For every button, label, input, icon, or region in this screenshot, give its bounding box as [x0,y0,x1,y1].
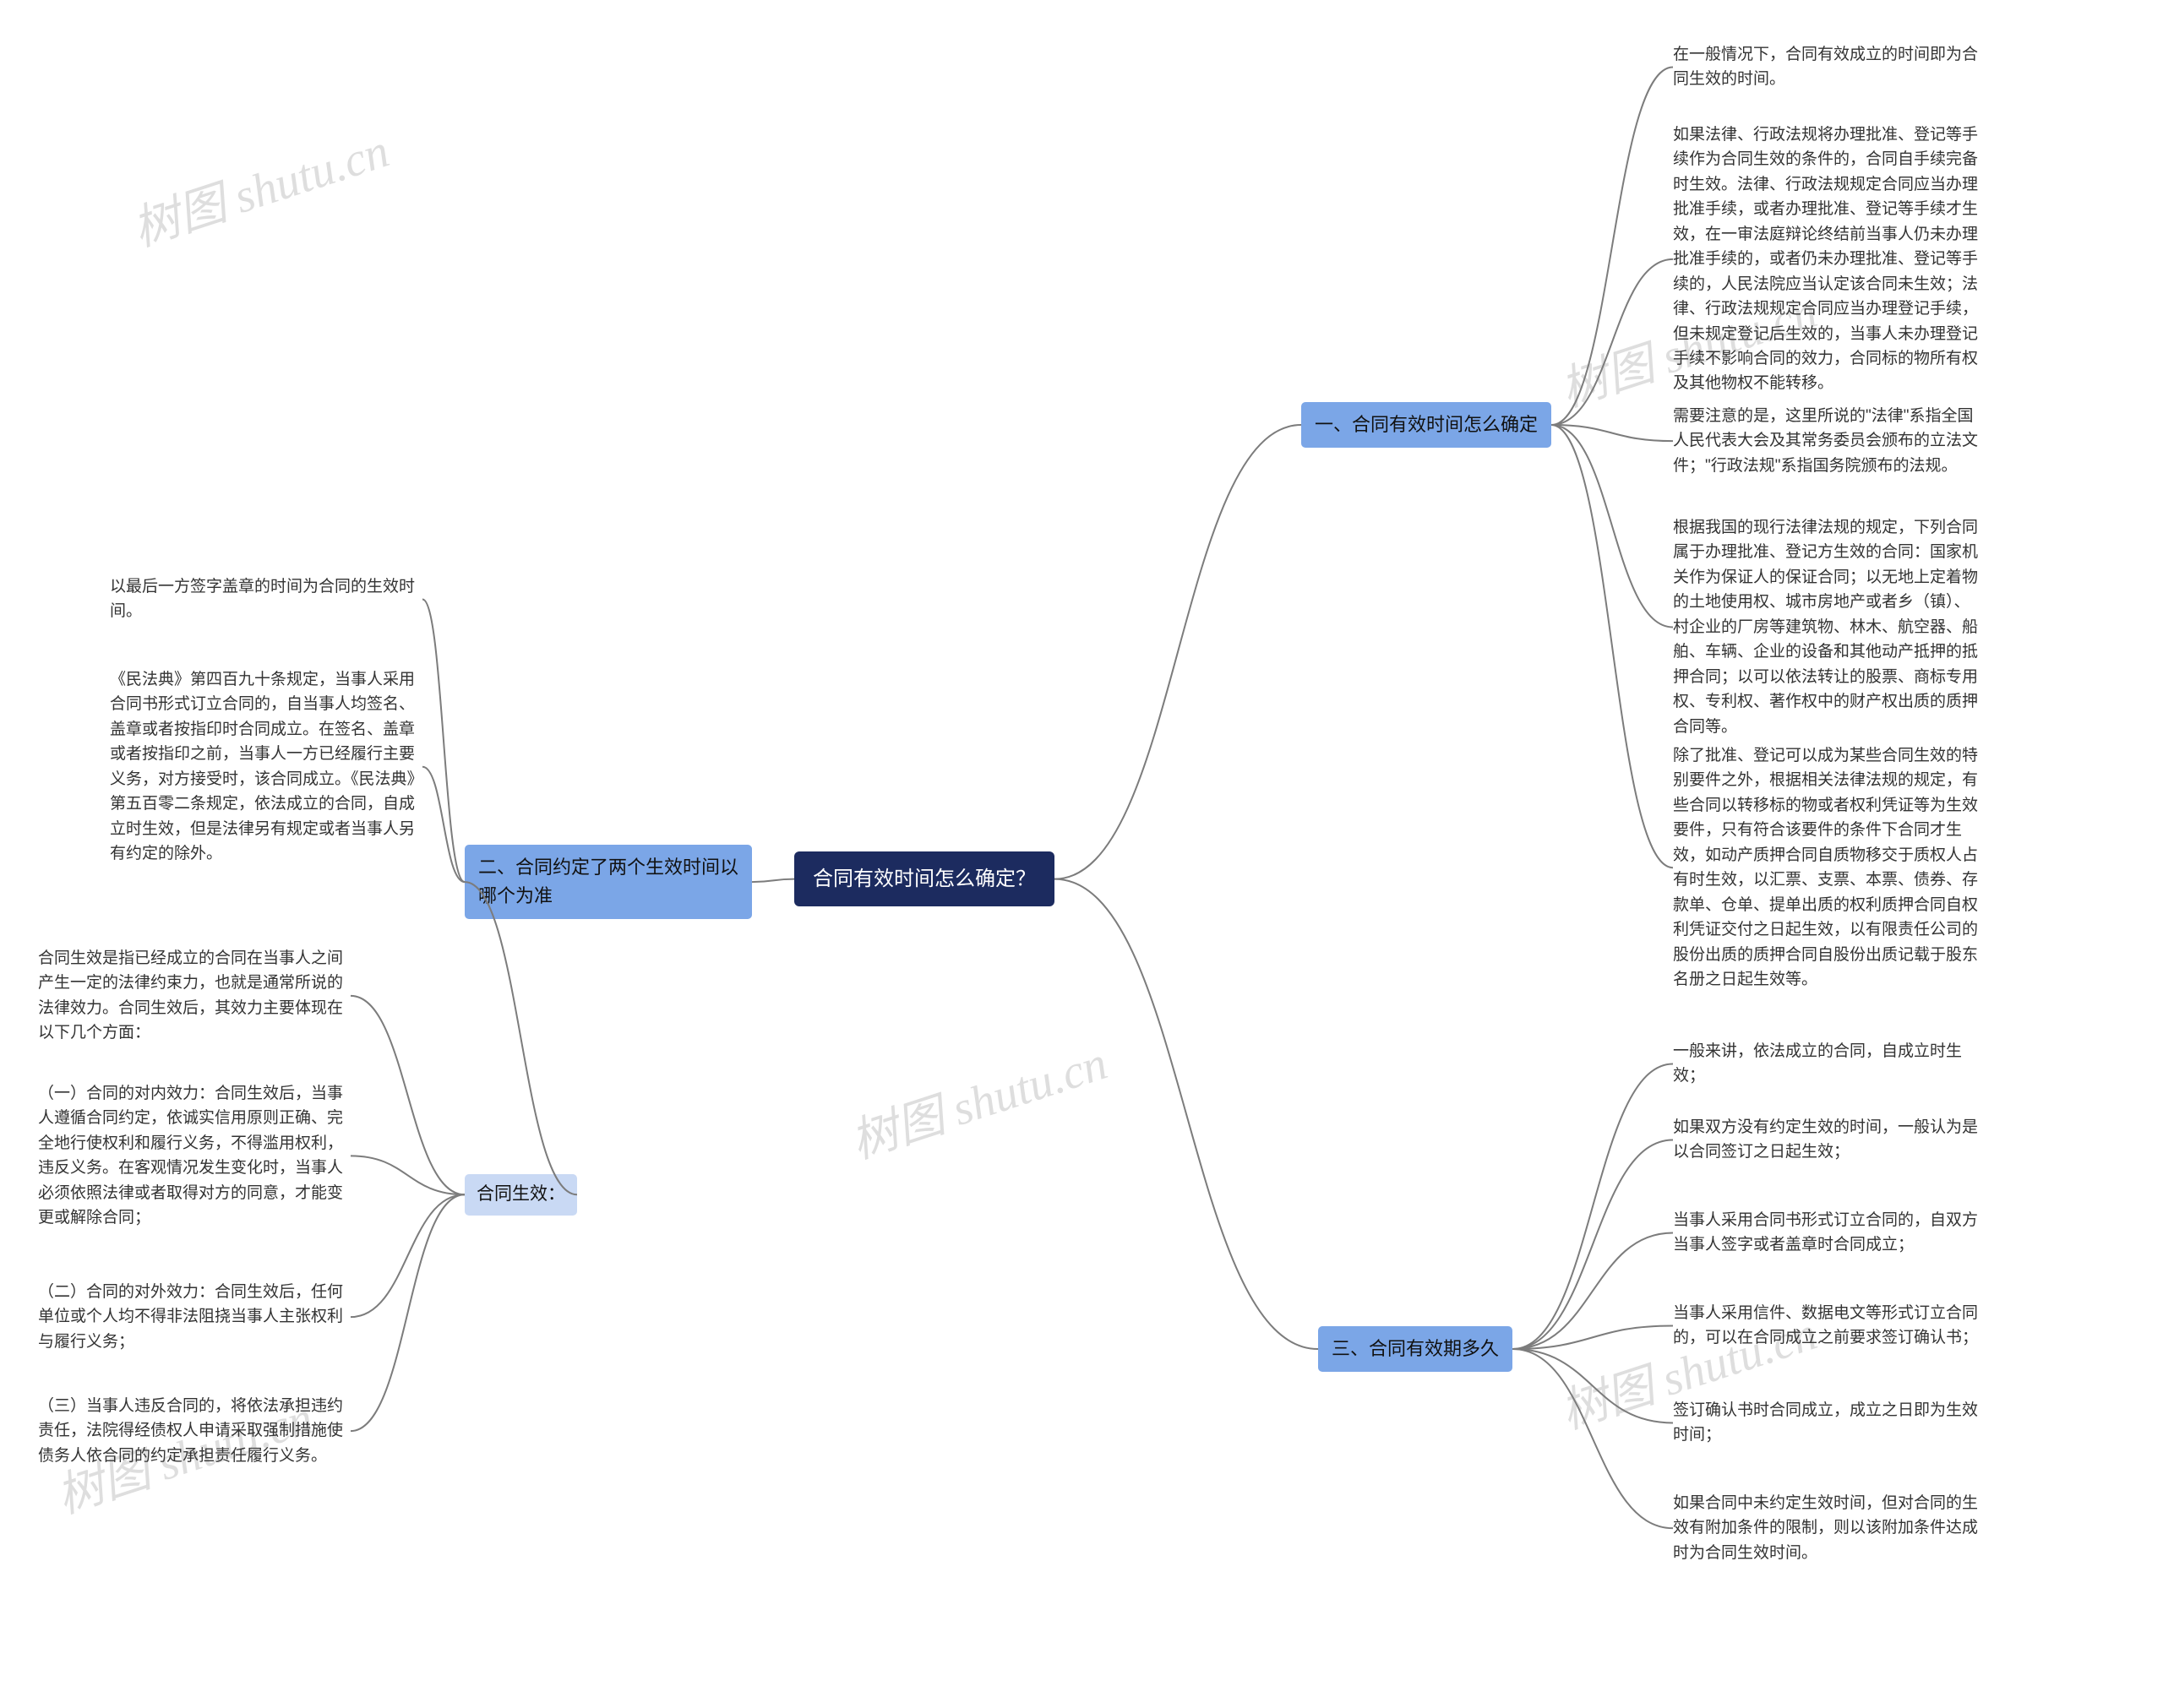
leaf-b3-1: 如果双方没有约定生效的时间，一般认为是以合同签订之日起生效； [1673,1115,1986,1165]
leaf-sub-0: 合同生效是指已经成立的合同在当事人之间产生一定的法律约束力，也就是通常所说的法律… [38,946,351,1046]
leaf-sub-2: （二）合同的对外效力：合同生效后，任何单位或个人均不得非法阻挠当事人主张权利与履… [38,1280,351,1354]
leaf-b2-0: 以最后一方签字盖章的时间为合同的生效时间。 [110,574,422,624]
leaf-b3-3: 当事人采用信件、数据电文等形式订立合同的，可以在合同成立之前要求签订确认书； [1673,1301,1986,1351]
leaf-b3-5: 如果合同中未约定生效时间，但对合同的生效有附加条件的限制，则以该附加条件达成时为… [1673,1491,1986,1565]
leaf-b1-1: 如果法律、行政法规将办理批准、登记等手续作为合同生效的条件的，合同自手续完备时生… [1673,122,1986,396]
branch-3: 三、合同有效期多久 [1318,1326,1512,1372]
leaf-b1-4: 除了批准、登记可以成为某些合同生效的特别要件之外，根据相关法律法规的规定，有些合… [1673,743,1986,992]
leaf-sub-3: （三）当事人违反合同的，将依法承担违约责任，法院得经债权人申请采取强制措施使债务… [38,1394,351,1468]
leaf-b3-0: 一般来讲，依法成立的合同，自成立时生效； [1673,1039,1986,1089]
sub-branch-effect: 合同生效： [465,1174,577,1216]
watermark: 树图 shutu.cn [123,112,396,259]
mindmap-root: 合同有效时间怎么确定？ [794,851,1054,906]
leaf-b1-0: 在一般情况下，合同有效成立的时间即为合同生效的时间。 [1673,42,1986,92]
branch-2: 二、合同约定了两个生效时间以哪个为准 [465,845,752,919]
leaf-b3-4: 签订确认书时合同成立，成立之日即为生效时间； [1673,1398,1986,1448]
leaf-b1-3: 根据我国的现行法律法规的规定，下列合同属于办理批准、登记方生效的合同：国家机关作… [1673,515,1986,739]
branch-1: 一、合同有效时间怎么确定 [1301,402,1551,448]
leaf-b2-1: 《民法典》第四百九十条规定，当事人采用合同书形式订立合同的，自当事人均签名、盖章… [110,667,422,867]
leaf-b3-2: 当事人采用合同书形式订立合同的，自双方当事人签字或者盖章时合同成立； [1673,1208,1986,1258]
leaf-b1-2: 需要注意的是，这里所说的"法律"系指全国人民代表大会及其常务委员会颁布的立法文件… [1673,404,1986,478]
watermark: 树图 shutu.cn [841,1025,1114,1172]
leaf-sub-1: （一）合同的对内效力：合同生效后，当事人遵循合同约定，依诚实信用原则正确、完全地… [38,1081,351,1231]
